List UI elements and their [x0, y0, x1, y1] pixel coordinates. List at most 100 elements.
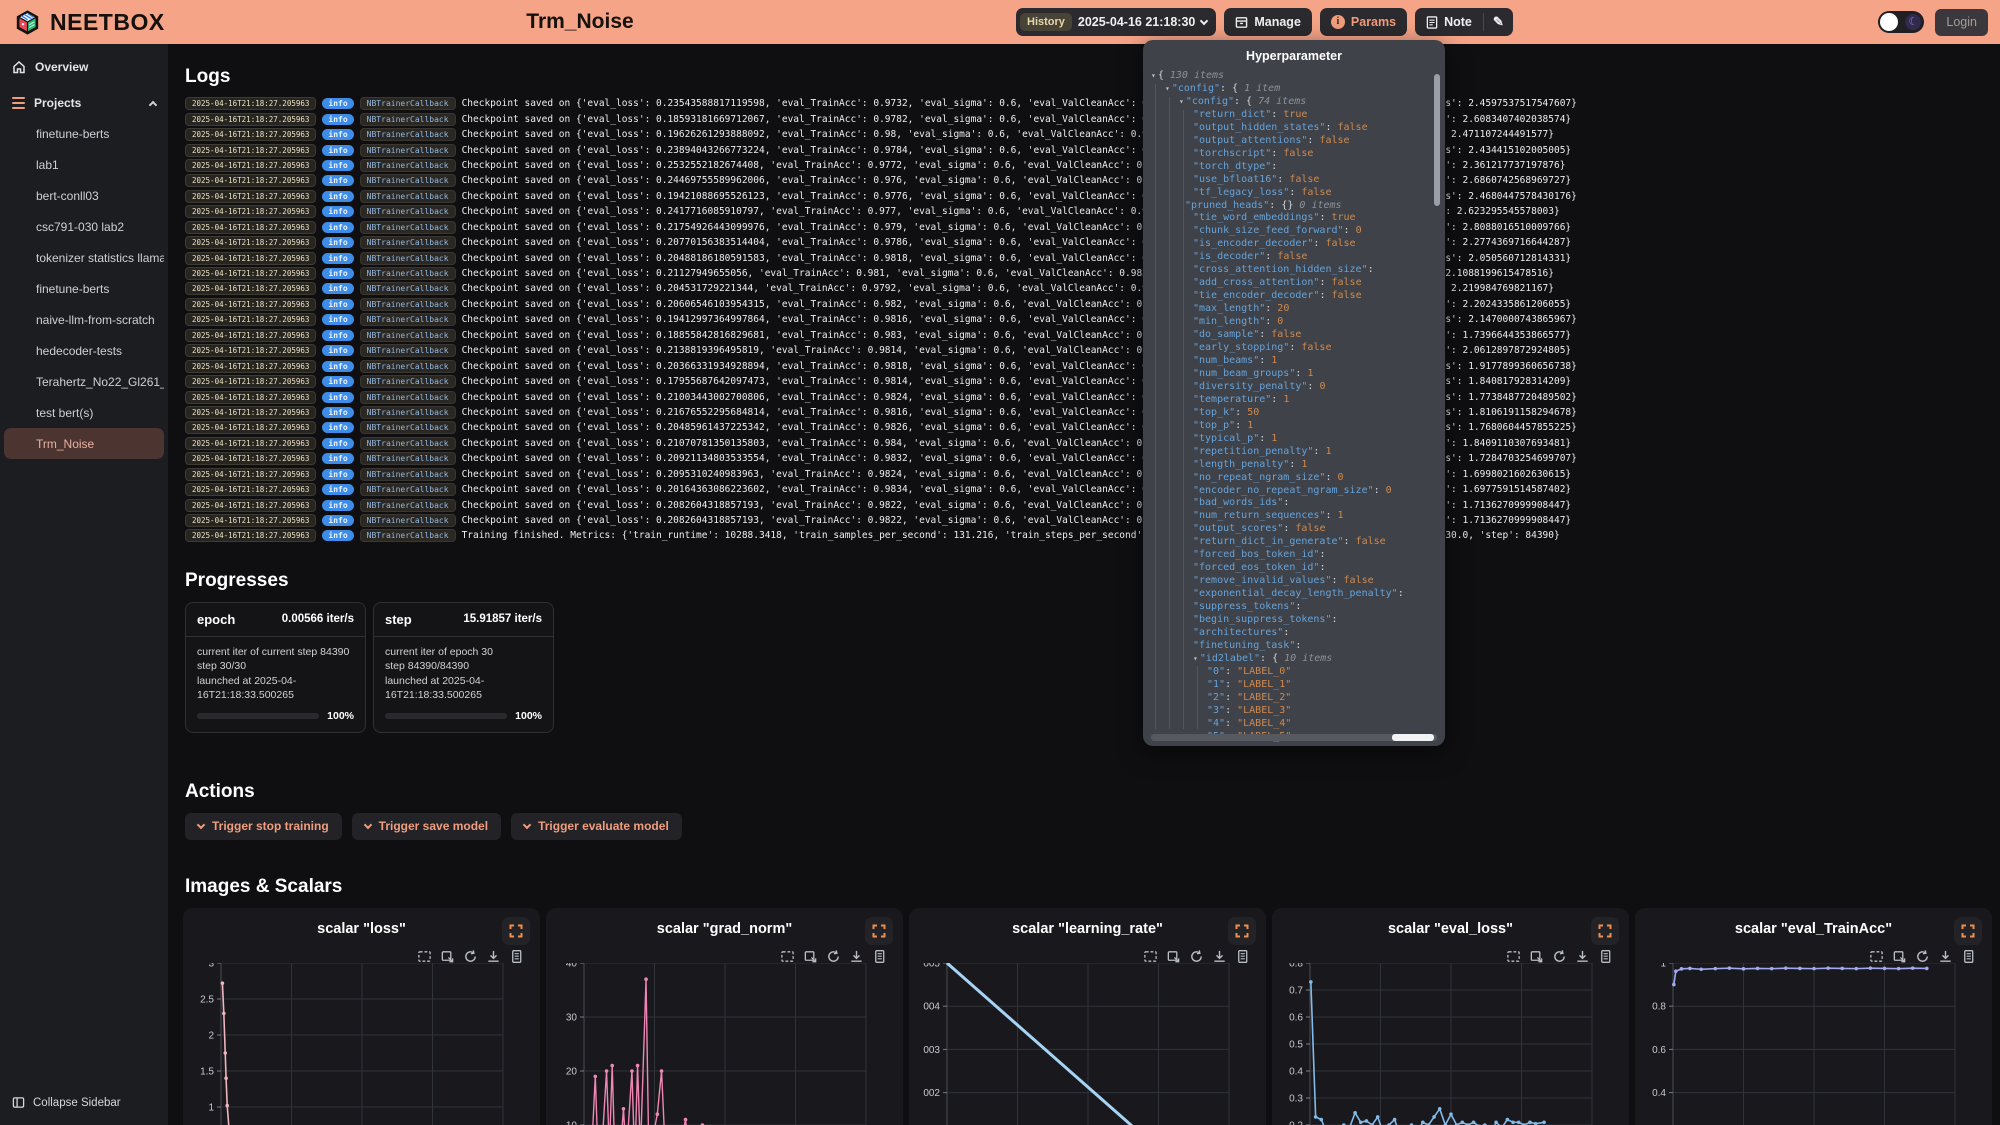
hyperparameter-tree-row[interactable]: "3": "LABEL_3": [1143, 705, 1445, 718]
hyperparameter-tree-row[interactable]: "2": "LABEL_2": [1143, 692, 1445, 705]
vertical-scrollbar[interactable]: [1434, 74, 1440, 206]
restore-view-icon[interactable]: [1892, 949, 1907, 964]
refresh-icon[interactable]: [463, 949, 478, 964]
hyperparameter-tree-row[interactable]: ▾"config": { 74 items: [1143, 96, 1445, 109]
hyperparameter-tree-row[interactable]: "torchscript": false: [1143, 148, 1445, 161]
params-button[interactable]: i Params: [1320, 8, 1407, 36]
sidebar-project-item[interactable]: finetune-berts: [4, 118, 164, 149]
expand-chart-button[interactable]: [1954, 917, 1982, 945]
sidebar-project-item[interactable]: Terahertz_No22_Gl261_gl...: [4, 366, 164, 397]
hyperparameter-tree-row[interactable]: "forced_eos_token_id":: [1143, 562, 1445, 575]
collapse-arrow-icon[interactable]: ▾: [1151, 71, 1156, 80]
hyperparameter-tree-row[interactable]: "forced_bos_token_id":: [1143, 549, 1445, 562]
expand-chart-button[interactable]: [1228, 917, 1256, 945]
sidebar-project-item[interactable]: test bert(s): [4, 397, 164, 428]
sidebar-project-item[interactable]: Trm_Noise: [4, 428, 164, 459]
hyperparameter-tree-row[interactable]: "num_beams": 1: [1143, 355, 1445, 368]
box-select-icon[interactable]: [1506, 949, 1521, 964]
box-select-icon[interactable]: [1143, 949, 1158, 964]
chart-plot[interactable]: 32.521.510.50: [183, 963, 540, 1125]
hyperparameter-tree-row[interactable]: "exponential_decay_length_penalty":: [1143, 588, 1445, 601]
hyperparameter-tree-row[interactable]: "4": "LABEL_4": [1143, 718, 1445, 731]
hyperparameter-tree-row[interactable]: "output_scores": false: [1143, 523, 1445, 536]
hyperparameter-tree-row[interactable]: "output_attentions": false: [1143, 135, 1445, 148]
hyperparameter-tree-row[interactable]: "tie_encoder_decoder": false: [1143, 290, 1445, 303]
sidebar-project-item[interactable]: bert-conll03: [4, 180, 164, 211]
sidebar-item-overview[interactable]: Overview: [0, 52, 168, 82]
theme-toggle[interactable]: ☾: [1878, 11, 1924, 33]
expand-chart-button[interactable]: [865, 917, 893, 945]
hyperparameter-tree-row[interactable]: "use_bfloat16": false: [1143, 174, 1445, 187]
hyperparameter-tree-row[interactable]: "num_beam_groups": 1: [1143, 368, 1445, 381]
hyperparameter-tree-row[interactable]: "tf_legacy_loss": false: [1143, 187, 1445, 200]
hyperparameter-tree-row[interactable]: "chunk_size_feed_forward": 0: [1143, 225, 1445, 238]
refresh-icon[interactable]: [1189, 949, 1204, 964]
data-view-icon[interactable]: [1961, 949, 1976, 964]
hyperparameter-tree-row[interactable]: "0": "LABEL_0": [1143, 666, 1445, 679]
hyperparameter-tree-row[interactable]: ▾"id2label": { 10 items: [1143, 653, 1445, 666]
data-view-icon[interactable]: [1598, 949, 1613, 964]
hyperparameter-tree-row[interactable]: "1": "LABEL_1": [1143, 679, 1445, 692]
chart-plot[interactable]: 0.80.70.60.50.40.30.20.10: [1272, 963, 1629, 1125]
hyperparameter-tree-row[interactable]: "temperature": 1: [1143, 394, 1445, 407]
restore-view-icon[interactable]: [803, 949, 818, 964]
data-view-icon[interactable]: [509, 949, 524, 964]
expand-chart-button[interactable]: [502, 917, 530, 945]
box-select-icon[interactable]: [417, 949, 432, 964]
hyperparameter-tree-row[interactable]: "return_dict_in_generate": false: [1143, 536, 1445, 549]
hyperparameter-tree-row[interactable]: "tie_word_embeddings": true: [1143, 212, 1445, 225]
trigger-action-button[interactable]: Trigger evaluate model: [511, 813, 682, 840]
hyperparameter-tree-row[interactable]: "top_p": 1: [1143, 420, 1445, 433]
restore-view-icon[interactable]: [1529, 949, 1544, 964]
expand-chart-button[interactable]: [1591, 917, 1619, 945]
hyperparameter-tree-row[interactable]: "max_length": 20: [1143, 303, 1445, 316]
sidebar-project-item[interactable]: finetune-berts: [4, 273, 164, 304]
collapse-arrow-icon[interactable]: ▾: [1179, 97, 1184, 106]
hyperparameter-tree-row[interactable]: "diversity_penalty": 0: [1143, 381, 1445, 394]
trigger-action-button[interactable]: Trigger save model: [352, 813, 501, 840]
sidebar-project-item[interactable]: lab1: [4, 149, 164, 180]
hyperparameter-tree-row[interactable]: "add_cross_attention": false: [1143, 277, 1445, 290]
collapse-arrow-icon[interactable]: ▾: [1165, 84, 1170, 93]
hyperparameter-tree-row[interactable]: "return_dict": true: [1143, 109, 1445, 122]
box-select-icon[interactable]: [1869, 949, 1884, 964]
refresh-icon[interactable]: [826, 949, 841, 964]
chart-plot[interactable]: 403020100: [546, 963, 903, 1125]
hyperparameter-tree-row[interactable]: "pruned_heads": {} 0 items: [1143, 200, 1445, 213]
hyperparameter-tree-row[interactable]: "min_length": 0: [1143, 316, 1445, 329]
hyperparameter-tree-row[interactable]: "begin_suppress_tokens":: [1143, 614, 1445, 627]
download-icon[interactable]: [1212, 949, 1227, 964]
restore-view-icon[interactable]: [440, 949, 455, 964]
sidebar-project-item[interactable]: csc791-030 lab2: [4, 211, 164, 242]
hyperparameter-tree-row[interactable]: "bad_words_ids":: [1143, 497, 1445, 510]
collapse-sidebar-button[interactable]: Collapse Sidebar: [0, 1088, 168, 1117]
hyperparameter-tree-row[interactable]: "finetuning_task":: [1143, 640, 1445, 653]
hyperparameter-tree-row[interactable]: "length_penalty": 1: [1143, 459, 1445, 472]
trigger-action-button[interactable]: Trigger stop training: [185, 813, 342, 840]
hyperparameter-tree-row[interactable]: "num_return_sequences": 1: [1143, 510, 1445, 523]
brand[interactable]: NEETBOX: [14, 9, 165, 36]
edit-note-button[interactable]: ✎: [1484, 8, 1513, 36]
sidebar-project-item[interactable]: naive-llm-from-scratch: [4, 304, 164, 335]
history-dropdown[interactable]: History 2025-04-16 21:18:30: [1016, 8, 1216, 36]
hyperparameter-tree-row[interactable]: "remove_invalid_values": false: [1143, 575, 1445, 588]
horizontal-scrollbar-thumb[interactable]: [1392, 734, 1434, 741]
download-icon[interactable]: [1938, 949, 1953, 964]
hyperparameter-tree-row[interactable]: "is_encoder_decoder": false: [1143, 238, 1445, 251]
hyperparameter-tree-row[interactable]: ▾{ 130 items: [1143, 70, 1445, 83]
hyperparameter-tree-row[interactable]: "typical_p": 1: [1143, 433, 1445, 446]
hyperparameter-tree-row[interactable]: "no_repeat_ngram_size": 0: [1143, 472, 1445, 485]
collapse-arrow-icon[interactable]: ▾: [1193, 654, 1198, 663]
chart-plot[interactable]: 0050040030020010: [909, 963, 1266, 1125]
hyperparameter-tree-row[interactable]: "cross_attention_hidden_size":: [1143, 264, 1445, 277]
hyperparameter-tree-row[interactable]: "torch_dtype":: [1143, 161, 1445, 174]
restore-view-icon[interactable]: [1166, 949, 1181, 964]
data-view-icon[interactable]: [872, 949, 887, 964]
hyperparameter-tree-row[interactable]: "top_k": 50: [1143, 407, 1445, 420]
sidebar-project-item[interactable]: tokenizer statistics llama...: [4, 242, 164, 273]
refresh-icon[interactable]: [1552, 949, 1567, 964]
download-icon[interactable]: [849, 949, 864, 964]
refresh-icon[interactable]: [1915, 949, 1930, 964]
hyperparameter-tree-row[interactable]: "repetition_penalty": 1: [1143, 446, 1445, 459]
download-icon[interactable]: [486, 949, 501, 964]
